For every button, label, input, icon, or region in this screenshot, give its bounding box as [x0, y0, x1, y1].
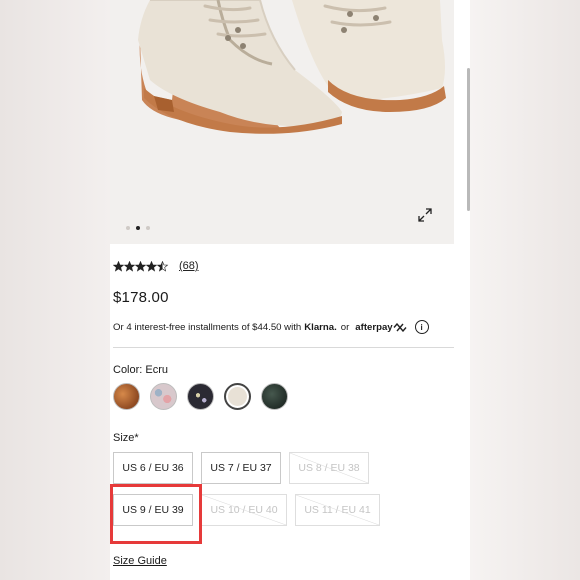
size-option-us10[interactable]: US 10 / EU 40	[201, 494, 287, 526]
scrollbar[interactable]	[467, 68, 470, 211]
product-image[interactable]	[110, 0, 454, 244]
product-panel: (68) $178.00 Or 4 interest-free installm…	[110, 0, 470, 580]
expand-image-button[interactable]	[418, 208, 440, 230]
afterpay-label: afterpay	[355, 321, 393, 333]
background-left	[0, 0, 110, 580]
installments-or: or	[340, 321, 350, 333]
size-option-label: US 8 / EU 38	[298, 462, 360, 474]
divider	[113, 347, 454, 348]
carousel-dot[interactable]	[126, 226, 130, 230]
afterpay-arrows-icon	[393, 322, 407, 332]
boot-illustration	[138, 0, 446, 134]
size-option-us8[interactable]: US 8 / EU 38	[289, 452, 369, 484]
size-option-us6[interactable]: US 6 / EU 36	[113, 452, 193, 484]
color-swatches	[113, 383, 288, 410]
carousel-dots	[126, 226, 150, 230]
star-rating	[113, 260, 169, 272]
rating-row: (68)	[113, 260, 199, 272]
size-option-label: US 10 / EU 40	[210, 504, 278, 516]
size-guide-link[interactable]: Size Guide	[113, 555, 167, 567]
swatch-dark-green[interactable]	[261, 383, 288, 410]
size-label: Size*	[113, 432, 139, 444]
klarna-logo[interactable]: Klarna.	[304, 322, 337, 333]
carousel-dot[interactable]	[146, 226, 150, 230]
swatch-floral[interactable]	[150, 383, 177, 410]
swatch-tan[interactable]	[113, 383, 140, 410]
size-option-us11[interactable]: US 11 / EU 41	[295, 494, 380, 526]
reviews-link[interactable]: (68)	[179, 260, 199, 272]
size-option-label: US 6 / EU 36	[122, 462, 184, 474]
color-label: Color: Ecru	[113, 364, 169, 376]
swatch-ecru[interactable]	[224, 383, 251, 410]
highlight-annotation-box	[110, 484, 202, 544]
afterpay-logo[interactable]: afterpay	[355, 321, 407, 333]
info-icon[interactable]: i	[414, 320, 429, 334]
swatch-black-star[interactable]	[187, 383, 214, 410]
product-price: $178.00	[113, 289, 169, 306]
size-option-label: US 11 / EU 41	[304, 504, 371, 516]
installments-row: Or 4 interest-free installments of $44.5…	[113, 320, 429, 334]
size-option-us7[interactable]: US 7 / EU 37	[201, 452, 281, 484]
carousel-dot-active[interactable]	[136, 226, 140, 230]
expand-icon	[418, 208, 432, 222]
size-option-label: US 7 / EU 37	[210, 462, 272, 474]
stars-icon	[113, 260, 169, 272]
background-right	[470, 0, 580, 580]
installments-text: Or 4 interest-free installments of $44.5…	[113, 321, 302, 333]
